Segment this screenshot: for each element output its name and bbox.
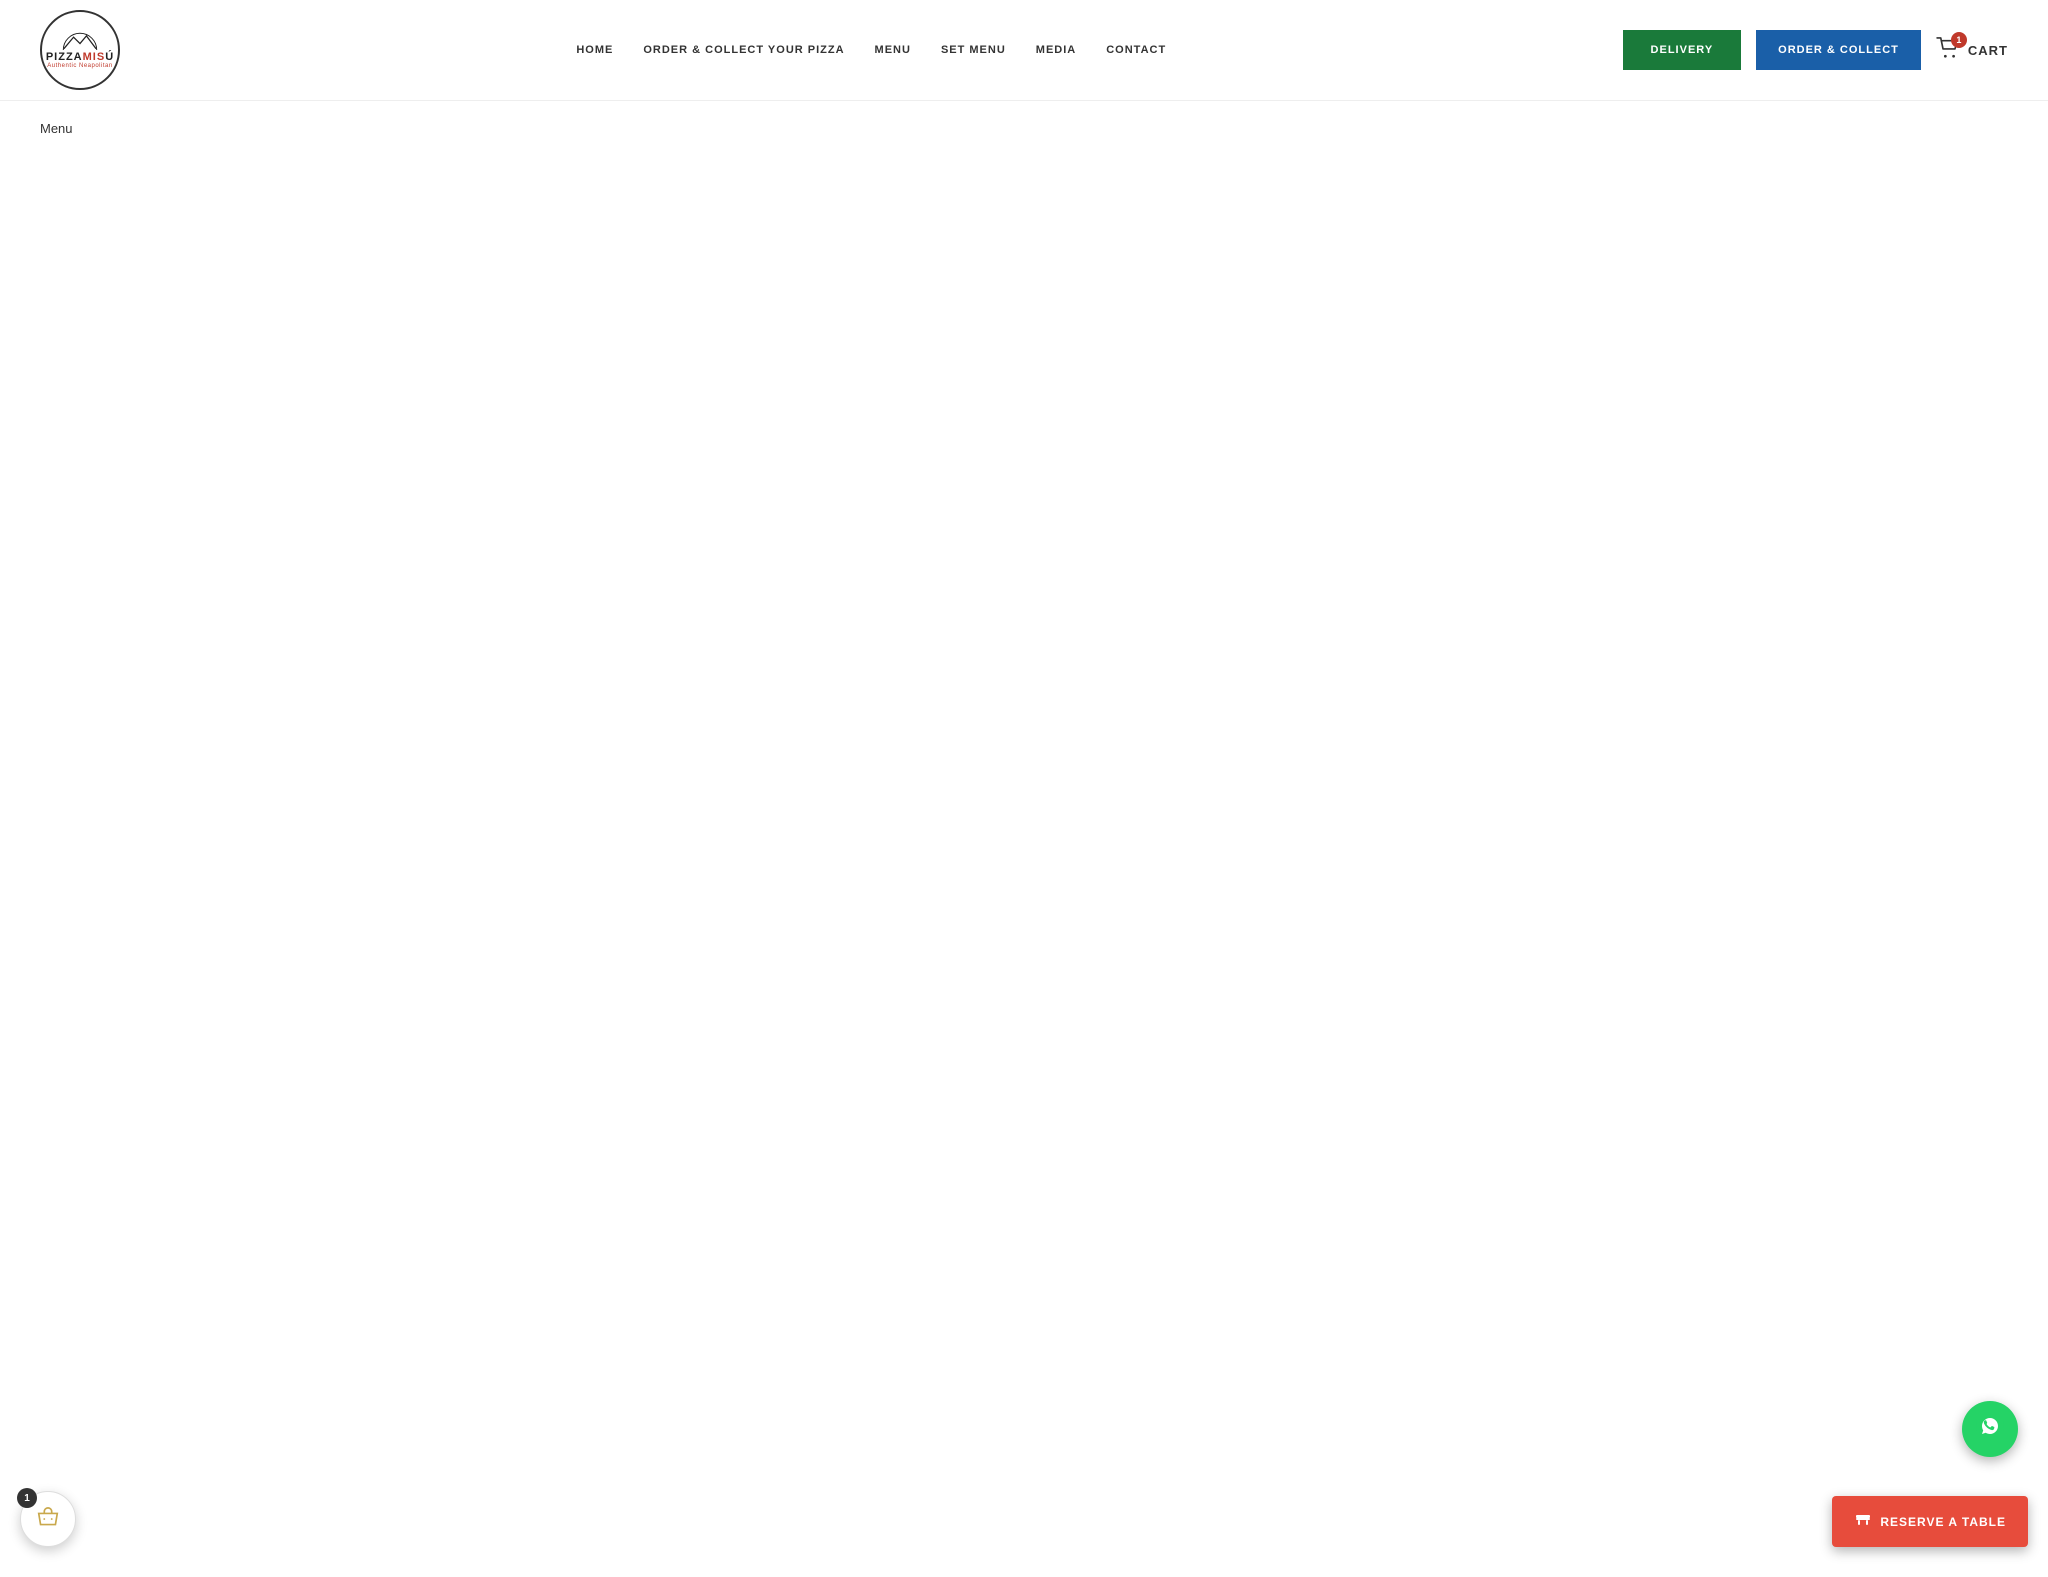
main-content	[0, 156, 2048, 956]
nav-item-media[interactable]: MEDIA	[1036, 44, 1076, 56]
nav-item-order-collect[interactable]: ORDER & COLLECT YOUR PIZZA	[643, 44, 844, 56]
reserve-table-label: RESERVE A TABLE	[1880, 1515, 2006, 1529]
cart-badge: 1	[1951, 32, 1967, 48]
logo-mountain-icon	[60, 32, 100, 50]
delivery-button[interactable]: DELIVERY	[1623, 30, 1742, 70]
logo[interactable]: PIZZAMISÚ Authentic Neapolitan	[40, 10, 120, 90]
header: PIZZAMISÚ Authentic Neapolitan HOME ORDE…	[0, 0, 2048, 101]
reserve-table-icon	[1854, 1510, 1872, 1533]
main-nav: HOME ORDER & COLLECT YOUR PIZZA MENU SET…	[120, 44, 1623, 56]
nav-item-contact[interactable]: CONTACT	[1106, 44, 1166, 56]
cart-icon-wrapper: 1	[1936, 37, 1962, 64]
floating-cart-badge: 1	[17, 1488, 37, 1508]
logo-text: PIZZAMISÚ Authentic Neapolitan	[46, 52, 114, 69]
order-collect-button[interactable]: ORDER & COLLECT	[1756, 30, 1921, 70]
nav-item-menu[interactable]: MENU	[875, 44, 911, 56]
nav-item-home[interactable]: HOME	[576, 44, 613, 56]
reserve-table-button[interactable]: RESERVE A TABLE	[1832, 1496, 2028, 1547]
breadcrumb-text: Menu	[40, 121, 73, 136]
whatsapp-icon	[1975, 1411, 2005, 1448]
cart-container[interactable]: 1 CART	[1936, 37, 2008, 64]
header-right: DELIVERY ORDER & COLLECT 1 CART	[1623, 30, 2008, 70]
whatsapp-button[interactable]	[1962, 1401, 2018, 1457]
floating-cart-button[interactable]: 1	[20, 1491, 76, 1547]
floating-cart-icon	[35, 1506, 61, 1532]
nav-item-set-menu[interactable]: SET MENU	[941, 44, 1006, 56]
logo-circle: PIZZAMISÚ Authentic Neapolitan	[40, 10, 120, 90]
breadcrumb: Menu	[0, 101, 2048, 156]
cart-label: CART	[1968, 43, 2008, 58]
